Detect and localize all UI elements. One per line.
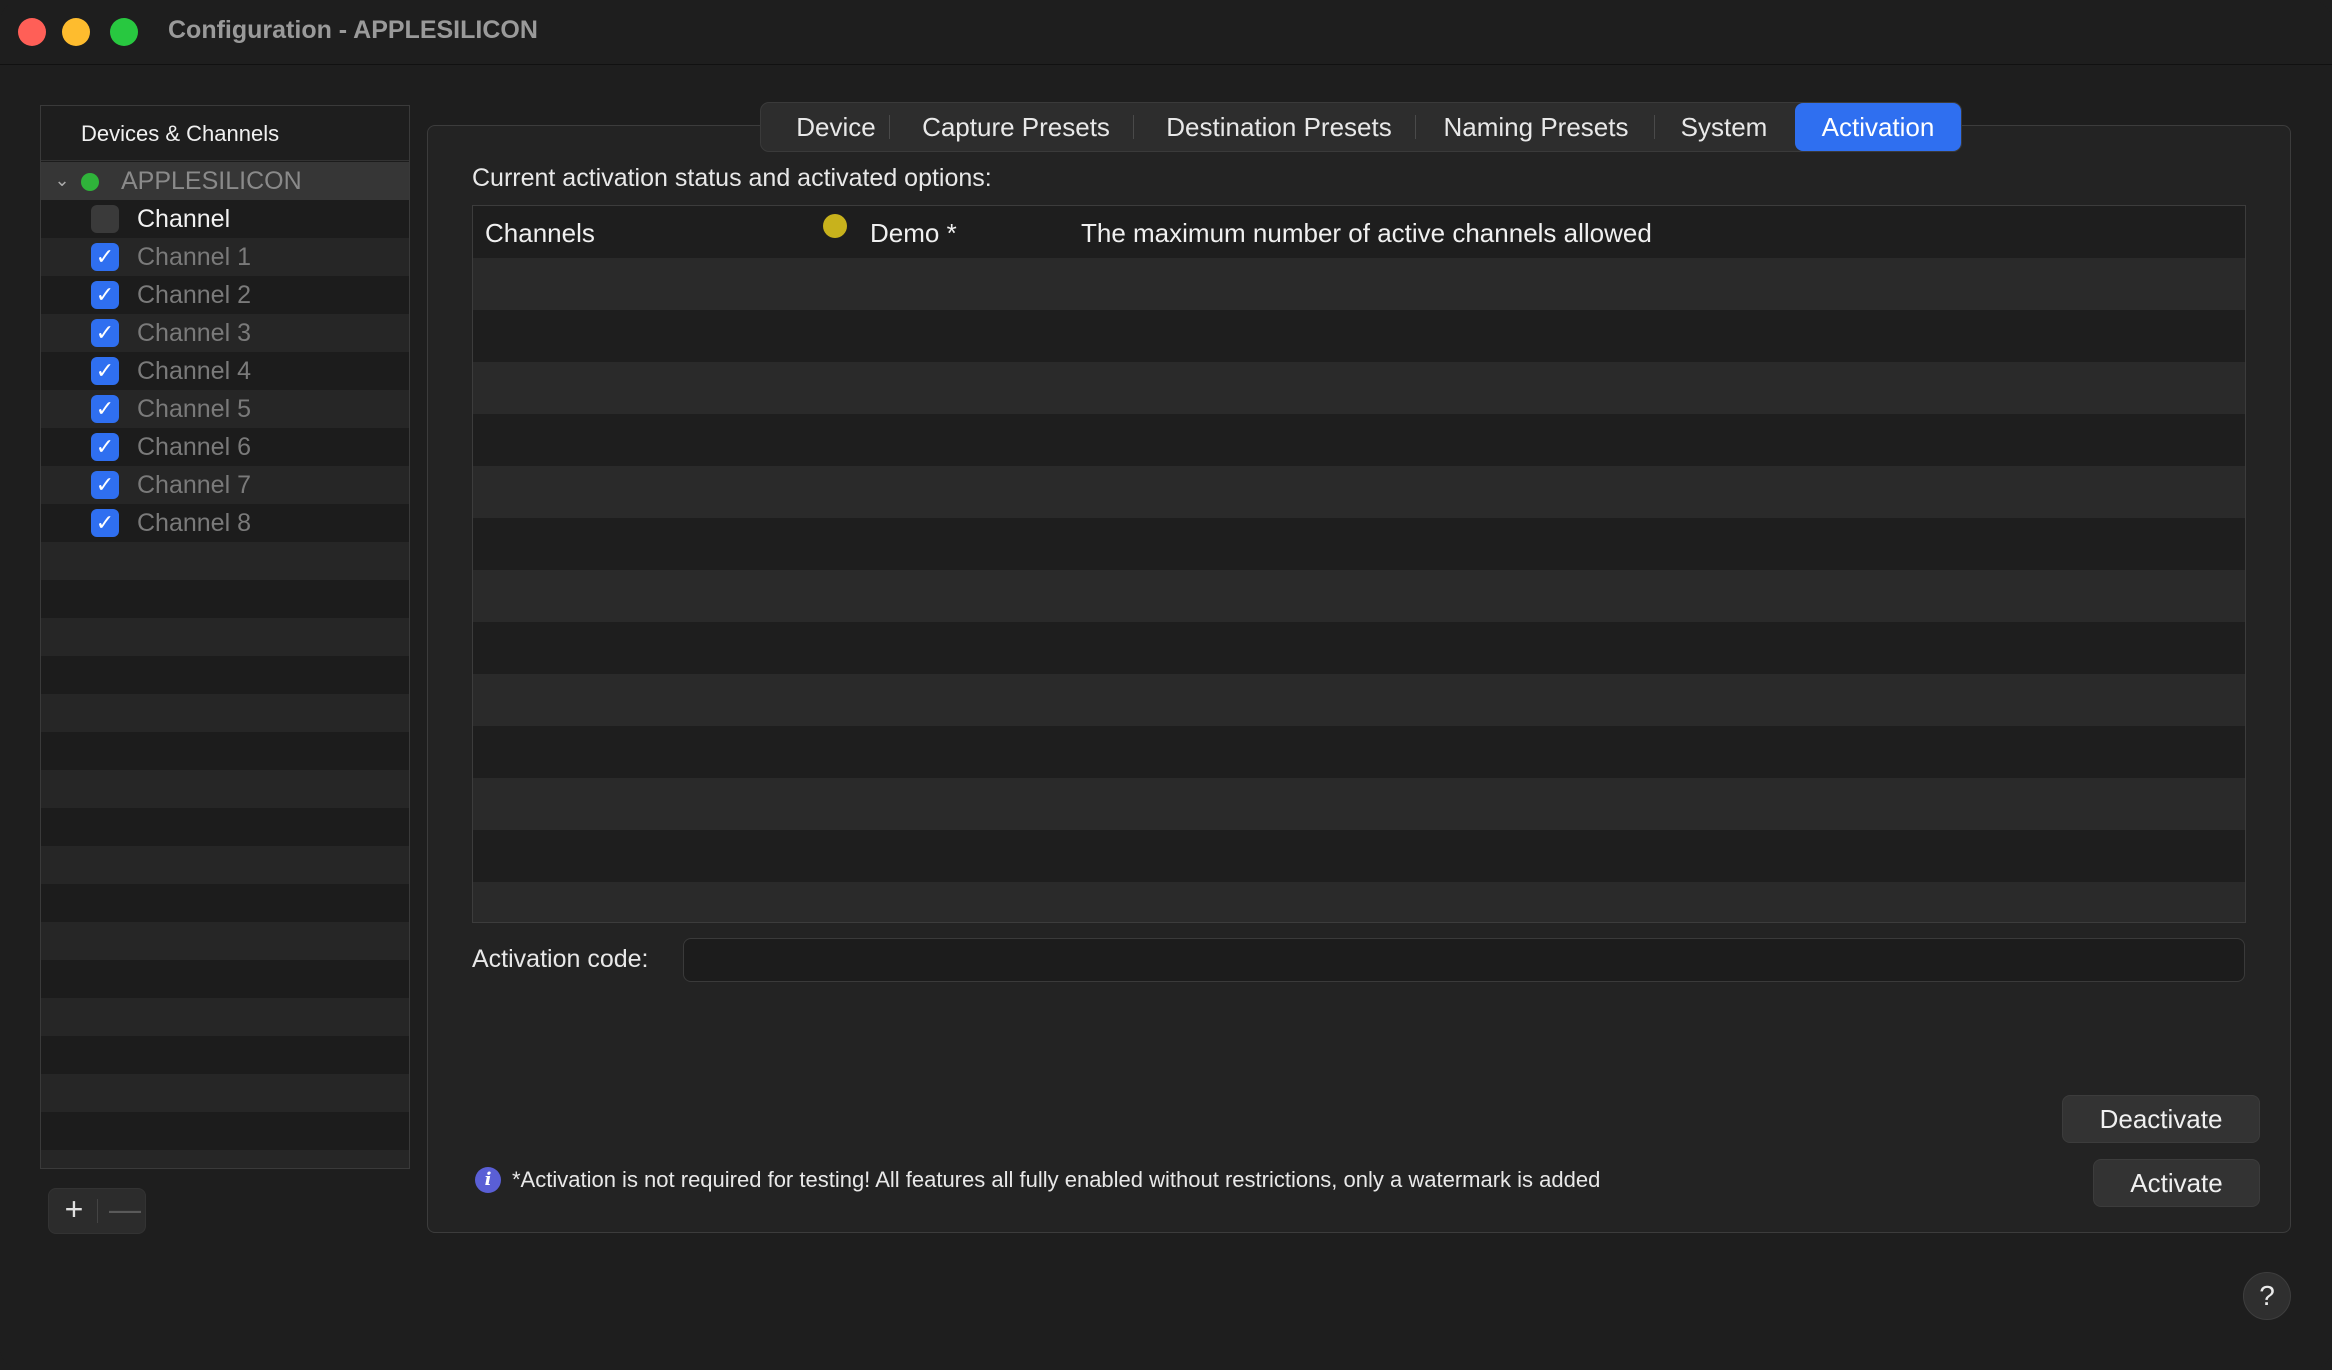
empty-row [41,732,409,770]
channel-label: Channel 8 [137,509,251,537]
activation-code-input[interactable] [683,938,2245,982]
empty-row [41,542,409,580]
channel-checkbox[interactable]: ✓ [91,395,119,423]
empty-row [41,580,409,618]
close-window-button[interactable] [18,18,46,46]
app-window: Configuration - APPLESILICON Devices & C… [0,0,2332,1370]
empty-row [41,922,409,960]
device-tree: ⌄ APPLESILICON Channel ✓ Channel 1 ✓ Cha… [41,162,409,1168]
divider [97,1199,98,1223]
activation-code-label: Activation code: [472,945,649,973]
tab-capture-presets[interactable]: Capture Presets [896,103,1136,151]
divider [889,115,890,139]
channel-checkbox[interactable]: ✓ [91,357,119,385]
channel-row[interactable]: ✓ Channel 8 [41,504,409,542]
tab-system[interactable]: System [1659,103,1789,151]
empty-row [41,1150,409,1168]
table-row[interactable]: Channels Demo * The maximum number of ac… [473,206,2245,258]
tab-activation[interactable]: Activation [1795,103,1961,151]
channel-row[interactable]: ✓ Channel 6 [41,428,409,466]
channel-group-checkbox[interactable] [91,205,119,233]
zoom-window-button[interactable] [110,18,138,46]
tab-destination-presets[interactable]: Destination Presets [1139,103,1419,151]
table-row [473,622,2245,674]
channel-checkbox[interactable]: ✓ [91,243,119,271]
table-row [473,414,2245,466]
divider [1415,115,1416,139]
sidebar-header[interactable]: Devices & Channels [41,106,409,161]
channel-row[interactable]: ✓ Channel 7 [41,466,409,504]
device-label: APPLESILICON [121,167,302,195]
table-row [473,830,2245,882]
table-row [473,258,2245,310]
channel-label: Channel 7 [137,471,251,499]
empty-row [41,656,409,694]
activate-button[interactable]: Activate [2093,1159,2260,1207]
tab-device[interactable]: Device [771,103,901,151]
divider [1654,115,1655,139]
channel-row[interactable]: ✓ Channel 2 [41,276,409,314]
minimize-window-button[interactable] [62,18,90,46]
channel-row[interactable]: ✓ Channel 3 [41,314,409,352]
table-row [473,518,2245,570]
empty-row [41,960,409,998]
table-row [473,466,2245,518]
remove-device-button[interactable]: — [109,1191,141,1228]
table-row [473,674,2245,726]
channel-group-label: Channel [137,205,231,233]
activation-info-text: *Activation is not required for testing!… [512,1167,1601,1192]
add-device-button[interactable]: + [59,1191,89,1228]
channel-label: Channel 2 [137,281,251,309]
channel-checkbox[interactable]: ✓ [91,471,119,499]
empty-row [41,846,409,884]
title-bar: Configuration - APPLESILICON [0,0,2332,65]
deactivate-button[interactable]: Deactivate [2062,1095,2260,1143]
divider [1133,115,1134,139]
empty-row [41,770,409,808]
channel-checkbox[interactable]: ✓ [91,281,119,309]
channel-row[interactable]: ✓ Channel 5 [41,390,409,428]
devices-sidebar: Devices & Channels ⌄ APPLESILICON Channe… [40,105,410,1169]
window-title: Configuration - APPLESILICON [168,16,538,44]
channel-label: Channel 4 [137,357,251,385]
activation-status-label: Current activation status and activated … [472,164,992,192]
channel-row[interactable]: ✓ Channel 4 [41,352,409,390]
option-status: Demo * [870,218,957,248]
empty-row [41,1112,409,1150]
empty-row [41,1036,409,1074]
empty-row [41,998,409,1036]
chevron-down-icon[interactable]: ⌄ [51,169,73,191]
table-row [473,570,2245,622]
tab-naming-presets[interactable]: Naming Presets [1421,103,1651,151]
table-row [473,778,2245,830]
table-row [473,882,2245,922]
tab-bar: Device Capture Presets Destination Prese… [760,102,1962,152]
device-status-icon [81,173,99,191]
empty-row [41,694,409,732]
table-row [473,362,2245,414]
empty-row [41,1074,409,1112]
channel-checkbox[interactable]: ✓ [91,509,119,537]
sidebar-add-remove-control: + — [48,1188,146,1234]
option-name: Channels [485,218,595,248]
channel-checkbox[interactable]: ✓ [91,319,119,347]
option-description: The maximum number of active channels al… [1081,218,1652,248]
info-icon: i [475,1167,501,1193]
channel-row[interactable]: ✓ Channel 1 [41,238,409,276]
device-row[interactable]: ⌄ APPLESILICON [41,162,409,200]
channel-label: Channel 6 [137,433,251,461]
channel-group-row[interactable]: Channel [41,200,409,238]
channel-checkbox[interactable]: ✓ [91,433,119,461]
channel-label: Channel 1 [137,243,251,271]
table-row [473,726,2245,778]
help-button[interactable]: ? [2243,1272,2291,1320]
table-row [473,310,2245,362]
channel-label: Channel 5 [137,395,251,423]
activation-options-table: Channels Demo * The maximum number of ac… [472,205,2246,923]
empty-row [41,884,409,922]
empty-row [41,808,409,846]
channel-label: Channel 3 [137,319,251,347]
empty-row [41,618,409,656]
status-indicator-icon [823,214,847,238]
